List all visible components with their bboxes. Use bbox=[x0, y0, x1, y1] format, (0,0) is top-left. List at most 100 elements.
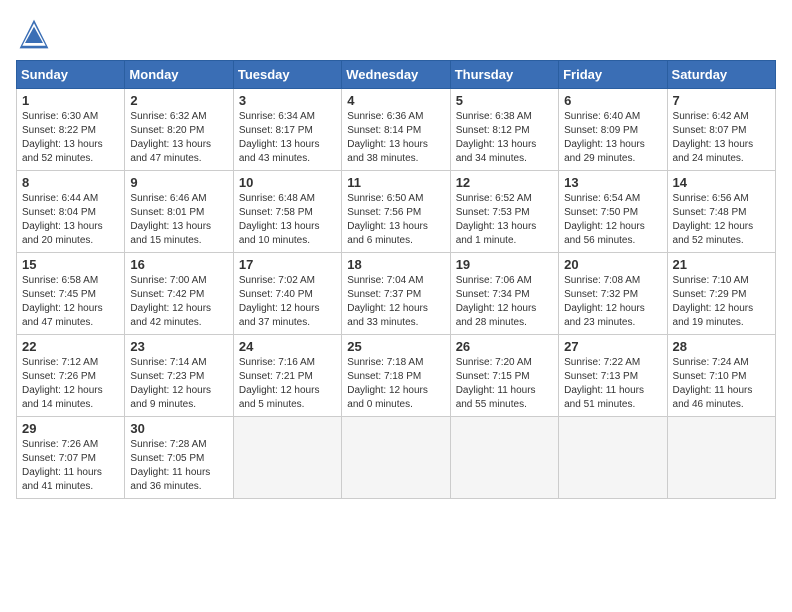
calendar-cell: 17 Sunrise: 7:02 AM Sunset: 7:40 PM Dayl… bbox=[233, 253, 341, 335]
calendar-cell bbox=[450, 417, 558, 499]
calendar-cell: 5 Sunrise: 6:38 AM Sunset: 8:12 PM Dayli… bbox=[450, 89, 558, 171]
day-number: 30 bbox=[130, 421, 227, 436]
day-number: 10 bbox=[239, 175, 336, 190]
day-number: 16 bbox=[130, 257, 227, 272]
day-number: 28 bbox=[673, 339, 770, 354]
calendar-week-row: 22 Sunrise: 7:12 AM Sunset: 7:26 PM Dayl… bbox=[17, 335, 776, 417]
day-number: 27 bbox=[564, 339, 661, 354]
day-number: 26 bbox=[456, 339, 553, 354]
calendar-cell bbox=[233, 417, 341, 499]
calendar-cell bbox=[667, 417, 775, 499]
calendar-cell: 13 Sunrise: 6:54 AM Sunset: 7:50 PM Dayl… bbox=[559, 171, 667, 253]
calendar-cell: 14 Sunrise: 6:56 AM Sunset: 7:48 PM Dayl… bbox=[667, 171, 775, 253]
calendar-cell: 26 Sunrise: 7:20 AM Sunset: 7:15 PM Dayl… bbox=[450, 335, 558, 417]
day-info: Sunrise: 6:52 AM Sunset: 7:53 PM Dayligh… bbox=[456, 192, 553, 248]
day-number: 14 bbox=[673, 175, 770, 190]
day-info: Sunrise: 7:20 AM Sunset: 7:15 PM Dayligh… bbox=[456, 356, 553, 412]
calendar-cell bbox=[342, 417, 450, 499]
calendar-cell: 10 Sunrise: 6:48 AM Sunset: 7:58 PM Dayl… bbox=[233, 171, 341, 253]
day-info: Sunrise: 7:04 AM Sunset: 7:37 PM Dayligh… bbox=[347, 274, 444, 330]
calendar-cell: 9 Sunrise: 6:46 AM Sunset: 8:01 PM Dayli… bbox=[125, 171, 233, 253]
day-info: Sunrise: 6:30 AM Sunset: 8:22 PM Dayligh… bbox=[22, 110, 119, 166]
day-number: 20 bbox=[564, 257, 661, 272]
day-number: 11 bbox=[347, 175, 444, 190]
calendar-cell: 23 Sunrise: 7:14 AM Sunset: 7:23 PM Dayl… bbox=[125, 335, 233, 417]
day-info: Sunrise: 6:56 AM Sunset: 7:48 PM Dayligh… bbox=[673, 192, 770, 248]
day-number: 5 bbox=[456, 93, 553, 108]
day-info: Sunrise: 6:58 AM Sunset: 7:45 PM Dayligh… bbox=[22, 274, 119, 330]
calendar-cell: 30 Sunrise: 7:28 AM Sunset: 7:05 PM Dayl… bbox=[125, 417, 233, 499]
day-number: 19 bbox=[456, 257, 553, 272]
calendar-cell: 24 Sunrise: 7:16 AM Sunset: 7:21 PM Dayl… bbox=[233, 335, 341, 417]
column-header-friday: Friday bbox=[559, 61, 667, 89]
day-info: Sunrise: 7:06 AM Sunset: 7:34 PM Dayligh… bbox=[456, 274, 553, 330]
calendar-week-row: 8 Sunrise: 6:44 AM Sunset: 8:04 PM Dayli… bbox=[17, 171, 776, 253]
day-number: 15 bbox=[22, 257, 119, 272]
day-info: Sunrise: 6:32 AM Sunset: 8:20 PM Dayligh… bbox=[130, 110, 227, 166]
calendar-table: SundayMondayTuesdayWednesdayThursdayFrid… bbox=[16, 60, 776, 499]
calendar-cell: 28 Sunrise: 7:24 AM Sunset: 7:10 PM Dayl… bbox=[667, 335, 775, 417]
day-info: Sunrise: 7:08 AM Sunset: 7:32 PM Dayligh… bbox=[564, 274, 661, 330]
calendar-cell: 20 Sunrise: 7:08 AM Sunset: 7:32 PM Dayl… bbox=[559, 253, 667, 335]
day-info: Sunrise: 6:36 AM Sunset: 8:14 PM Dayligh… bbox=[347, 110, 444, 166]
day-number: 3 bbox=[239, 93, 336, 108]
day-info: Sunrise: 7:12 AM Sunset: 7:26 PM Dayligh… bbox=[22, 356, 119, 412]
calendar-cell: 29 Sunrise: 7:26 AM Sunset: 7:07 PM Dayl… bbox=[17, 417, 125, 499]
day-info: Sunrise: 6:40 AM Sunset: 8:09 PM Dayligh… bbox=[564, 110, 661, 166]
calendar-cell bbox=[559, 417, 667, 499]
day-number: 2 bbox=[130, 93, 227, 108]
day-number: 8 bbox=[22, 175, 119, 190]
day-info: Sunrise: 6:38 AM Sunset: 8:12 PM Dayligh… bbox=[456, 110, 553, 166]
day-number: 18 bbox=[347, 257, 444, 272]
day-info: Sunrise: 7:22 AM Sunset: 7:13 PM Dayligh… bbox=[564, 356, 661, 412]
day-number: 23 bbox=[130, 339, 227, 354]
logo bbox=[16, 16, 58, 52]
calendar-cell: 4 Sunrise: 6:36 AM Sunset: 8:14 PM Dayli… bbox=[342, 89, 450, 171]
column-header-wednesday: Wednesday bbox=[342, 61, 450, 89]
day-number: 24 bbox=[239, 339, 336, 354]
day-number: 25 bbox=[347, 339, 444, 354]
day-number: 13 bbox=[564, 175, 661, 190]
day-number: 29 bbox=[22, 421, 119, 436]
logo-icon bbox=[16, 16, 52, 52]
day-info: Sunrise: 7:16 AM Sunset: 7:21 PM Dayligh… bbox=[239, 356, 336, 412]
calendar-cell: 16 Sunrise: 7:00 AM Sunset: 7:42 PM Dayl… bbox=[125, 253, 233, 335]
day-number: 9 bbox=[130, 175, 227, 190]
day-info: Sunrise: 7:10 AM Sunset: 7:29 PM Dayligh… bbox=[673, 274, 770, 330]
calendar-cell: 19 Sunrise: 7:06 AM Sunset: 7:34 PM Dayl… bbox=[450, 253, 558, 335]
calendar-header-row: SundayMondayTuesdayWednesdayThursdayFrid… bbox=[17, 61, 776, 89]
calendar-cell: 1 Sunrise: 6:30 AM Sunset: 8:22 PM Dayli… bbox=[17, 89, 125, 171]
day-info: Sunrise: 7:18 AM Sunset: 7:18 PM Dayligh… bbox=[347, 356, 444, 412]
calendar-cell: 7 Sunrise: 6:42 AM Sunset: 8:07 PM Dayli… bbox=[667, 89, 775, 171]
calendar-cell: 2 Sunrise: 6:32 AM Sunset: 8:20 PM Dayli… bbox=[125, 89, 233, 171]
day-number: 17 bbox=[239, 257, 336, 272]
day-number: 22 bbox=[22, 339, 119, 354]
day-info: Sunrise: 7:00 AM Sunset: 7:42 PM Dayligh… bbox=[130, 274, 227, 330]
day-number: 1 bbox=[22, 93, 119, 108]
day-number: 12 bbox=[456, 175, 553, 190]
page-header bbox=[16, 16, 776, 52]
calendar-cell: 25 Sunrise: 7:18 AM Sunset: 7:18 PM Dayl… bbox=[342, 335, 450, 417]
calendar-cell: 27 Sunrise: 7:22 AM Sunset: 7:13 PM Dayl… bbox=[559, 335, 667, 417]
calendar-cell: 18 Sunrise: 7:04 AM Sunset: 7:37 PM Dayl… bbox=[342, 253, 450, 335]
column-header-tuesday: Tuesday bbox=[233, 61, 341, 89]
day-info: Sunrise: 6:48 AM Sunset: 7:58 PM Dayligh… bbox=[239, 192, 336, 248]
day-info: Sunrise: 6:34 AM Sunset: 8:17 PM Dayligh… bbox=[239, 110, 336, 166]
day-info: Sunrise: 6:44 AM Sunset: 8:04 PM Dayligh… bbox=[22, 192, 119, 248]
day-info: Sunrise: 7:02 AM Sunset: 7:40 PM Dayligh… bbox=[239, 274, 336, 330]
calendar-week-row: 1 Sunrise: 6:30 AM Sunset: 8:22 PM Dayli… bbox=[17, 89, 776, 171]
day-number: 7 bbox=[673, 93, 770, 108]
calendar-cell: 12 Sunrise: 6:52 AM Sunset: 7:53 PM Dayl… bbox=[450, 171, 558, 253]
column-header-monday: Monday bbox=[125, 61, 233, 89]
calendar-week-row: 29 Sunrise: 7:26 AM Sunset: 7:07 PM Dayl… bbox=[17, 417, 776, 499]
day-number: 21 bbox=[673, 257, 770, 272]
calendar-cell: 6 Sunrise: 6:40 AM Sunset: 8:09 PM Dayli… bbox=[559, 89, 667, 171]
calendar-cell: 15 Sunrise: 6:58 AM Sunset: 7:45 PM Dayl… bbox=[17, 253, 125, 335]
calendar-cell: 3 Sunrise: 6:34 AM Sunset: 8:17 PM Dayli… bbox=[233, 89, 341, 171]
column-header-saturday: Saturday bbox=[667, 61, 775, 89]
column-header-thursday: Thursday bbox=[450, 61, 558, 89]
day-info: Sunrise: 7:26 AM Sunset: 7:07 PM Dayligh… bbox=[22, 438, 119, 494]
day-info: Sunrise: 7:14 AM Sunset: 7:23 PM Dayligh… bbox=[130, 356, 227, 412]
calendar-week-row: 15 Sunrise: 6:58 AM Sunset: 7:45 PM Dayl… bbox=[17, 253, 776, 335]
column-header-sunday: Sunday bbox=[17, 61, 125, 89]
